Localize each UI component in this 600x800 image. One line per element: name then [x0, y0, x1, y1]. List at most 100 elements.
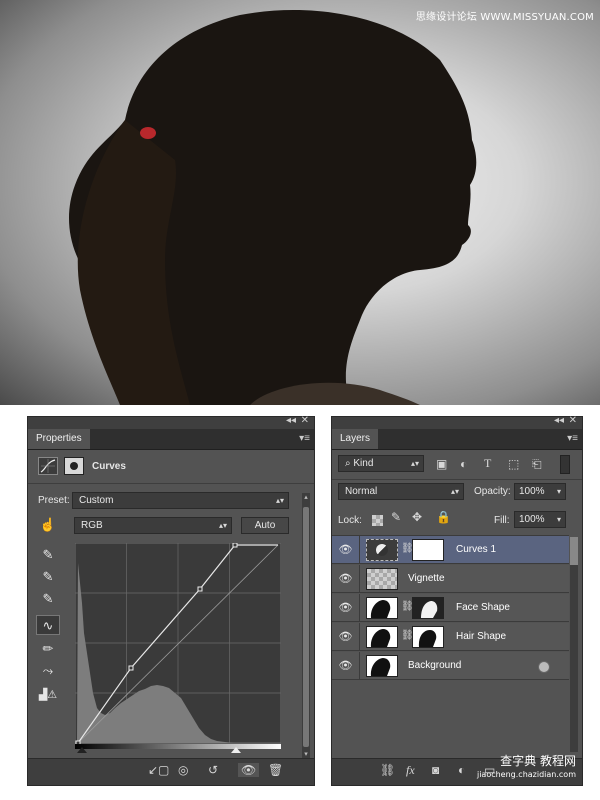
scroll-thumb[interactable] — [570, 537, 578, 565]
silhouette-thumb-icon — [370, 629, 391, 647]
layer-name[interactable]: Face Shape — [456, 602, 510, 613]
layer-mask-thumbnail[interactable] — [412, 626, 444, 648]
opacity-value: 100% — [519, 486, 545, 497]
layer-row-hair-shape[interactable]: 👁 ⛓ Hair Shape — [332, 623, 569, 651]
input-gradient-bar — [75, 744, 281, 749]
layer-row-face-shape[interactable]: 👁 ⛓ Face Shape — [332, 594, 569, 622]
stepper-arrows-icon: ▴▾ — [410, 459, 419, 468]
layer-name[interactable]: Curves 1 — [456, 544, 496, 555]
stepper-arrows-icon: ▴▾ — [275, 496, 284, 505]
filter-adjustment-icon[interactable]: ◐ — [460, 457, 467, 471]
black-point-eyedropper-icon[interactable]: ✎ — [38, 545, 58, 565]
layer-name[interactable]: Background — [408, 660, 461, 671]
layer-thumbnail — [366, 568, 398, 590]
visibility-eye-icon[interactable]: 👁 — [332, 536, 360, 564]
clip-to-layer-icon[interactable]: ↙▢ — [148, 763, 169, 777]
curve-edit-icon[interactable]: ∿ — [36, 615, 60, 635]
layer-thumbnail — [366, 626, 398, 648]
scroll-up-icon[interactable]: ▴ — [302, 493, 310, 501]
scrollbar[interactable] — [570, 537, 578, 752]
new-adjustment-layer-icon[interactable]: ◐ — [458, 763, 465, 777]
curve-point[interactable] — [232, 543, 238, 548]
layer-style-fx-icon[interactable]: fx — [406, 763, 415, 778]
visibility-eye-icon[interactable]: 👁 — [332, 594, 360, 622]
delete-icon[interactable]: 🗑 — [268, 763, 283, 777]
silhouette-thumb-icon — [370, 658, 391, 676]
collapse-icon[interactable]: ◂◂ — [554, 415, 564, 426]
layers-tabbar: Layers ▾≡ — [332, 429, 582, 450]
panel-menu-icon[interactable]: ▾≡ — [299, 433, 310, 444]
close-icon[interactable]: ✕ — [301, 415, 309, 426]
visibility-eye-icon[interactable]: 👁 — [332, 652, 360, 680]
layer-mask-thumbnail[interactable] — [412, 539, 444, 561]
preset-select[interactable]: Custom ▴▾ — [72, 492, 289, 509]
preset-value: Custom — [79, 495, 114, 506]
visibility-eye-icon[interactable]: 👁 — [332, 565, 360, 593]
curves-graph[interactable] — [75, 543, 281, 753]
photo-canvas: 思缘设计论坛 WWW.MISSYUAN.COM — [0, 0, 600, 405]
layer-mask-thumbnail[interactable] — [412, 597, 444, 619]
view-previous-state-icon[interactable]: ◎ — [178, 763, 188, 777]
filter-smart-object-icon[interactable]: ⎗ — [532, 457, 542, 472]
hand-adjust-icon[interactable]: ☝ — [38, 515, 58, 535]
properties-panel: ◂◂ ✕ Properties ▾≡ Curves Preset: Custom… — [27, 415, 315, 786]
mask-dot-icon — [70, 462, 78, 470]
opacity-input[interactable]: 100% ▾ — [514, 483, 566, 500]
tab-properties[interactable]: Properties — [28, 429, 90, 449]
gray-point-eyedropper-icon[interactable]: ✎ — [38, 567, 58, 587]
reset-icon[interactable]: ↺ — [208, 763, 218, 777]
lock-position-icon[interactable]: ✥ — [412, 510, 422, 524]
layer-thumbnail — [366, 597, 398, 619]
tab-layers[interactable]: Layers — [332, 429, 379, 449]
layer-name[interactable]: Vignette — [408, 573, 445, 584]
clipping-warning-icon[interactable]: ▟⚠ — [38, 685, 58, 705]
blend-mode-select[interactable]: Normal ▴▾ — [338, 483, 464, 500]
panel-top-bar: ◂◂ ✕ — [28, 415, 314, 429]
hair-mask-icon — [418, 630, 437, 647]
auto-button[interactable]: Auto — [241, 517, 289, 534]
scroll-down-icon[interactable]: ▾ — [302, 750, 310, 758]
curves-circle-icon — [376, 544, 388, 556]
link-layers-icon[interactable]: ⛓ — [380, 763, 395, 777]
pencil-draw-icon[interactable]: ✏ — [38, 639, 58, 659]
blend-mode-value: Normal — [345, 486, 378, 497]
filter-kind-select[interactable]: ⌕ Kind ▴▾ — [338, 455, 424, 472]
layer-row-background[interactable]: 👁 Background — [332, 652, 569, 680]
fill-input[interactable]: 100% ▾ — [514, 511, 566, 528]
curve-point[interactable] — [128, 665, 134, 671]
bottom-watermark: 查字典 教程网 jiaocheng.chazidian.com — [477, 755, 576, 781]
channel-select[interactable]: RGB ▴▾ — [74, 517, 232, 534]
layer-mask-icon[interactable] — [64, 457, 84, 475]
add-mask-icon[interactable]: ◙ — [432, 763, 439, 777]
filter-type-icon[interactable]: T — [484, 456, 491, 471]
curves-glyph-icon — [40, 459, 56, 473]
collapse-icon[interactable]: ◂◂ — [286, 415, 296, 426]
lock-image-icon[interactable]: ✎ — [391, 510, 401, 524]
scrollbar[interactable]: ▴ ▾ — [302, 493, 310, 758]
filter-toggle[interactable] — [560, 455, 570, 474]
layer-row-curves-1[interactable]: 👁 ⛓ Curves 1 — [332, 536, 569, 564]
smooth-curve-icon[interactable]: ⤳ — [38, 661, 58, 681]
curves-adjustment-icon[interactable] — [38, 457, 58, 475]
close-icon[interactable]: ✕ — [569, 415, 577, 426]
visibility-icon[interactable]: 👁 — [238, 763, 260, 777]
lock-transparent-icon[interactable] — [372, 515, 383, 526]
opacity-label: Opacity: — [474, 486, 511, 497]
silhouette-image — [68, 10, 477, 405]
filter-shape-icon[interactable]: ⬚ — [508, 457, 519, 471]
filter-pixel-icon[interactable]: ▣ — [436, 457, 447, 471]
layer-name[interactable]: Hair Shape — [456, 631, 506, 642]
stepper-arrows-icon: ▴▾ — [450, 487, 459, 496]
panel-menu-icon[interactable]: ▾≡ — [567, 433, 578, 444]
visibility-eye-icon[interactable]: 👁 — [332, 623, 360, 651]
adjustment-title: Curves — [92, 461, 126, 472]
layer-row-vignette[interactable]: 👁 Vignette — [332, 565, 569, 593]
dropdown-arrow-icon[interactable]: ▾ — [557, 512, 561, 527]
dropdown-arrow-icon[interactable]: ▾ — [557, 484, 561, 499]
curve-point[interactable] — [197, 586, 203, 592]
lock-all-icon[interactable]: 🔒 — [436, 510, 451, 524]
divider — [28, 483, 314, 484]
white-point-eyedropper-icon[interactable]: ✎ — [38, 589, 58, 609]
scroll-thumb[interactable] — [303, 507, 309, 747]
preset-label: Preset: — [38, 495, 70, 506]
